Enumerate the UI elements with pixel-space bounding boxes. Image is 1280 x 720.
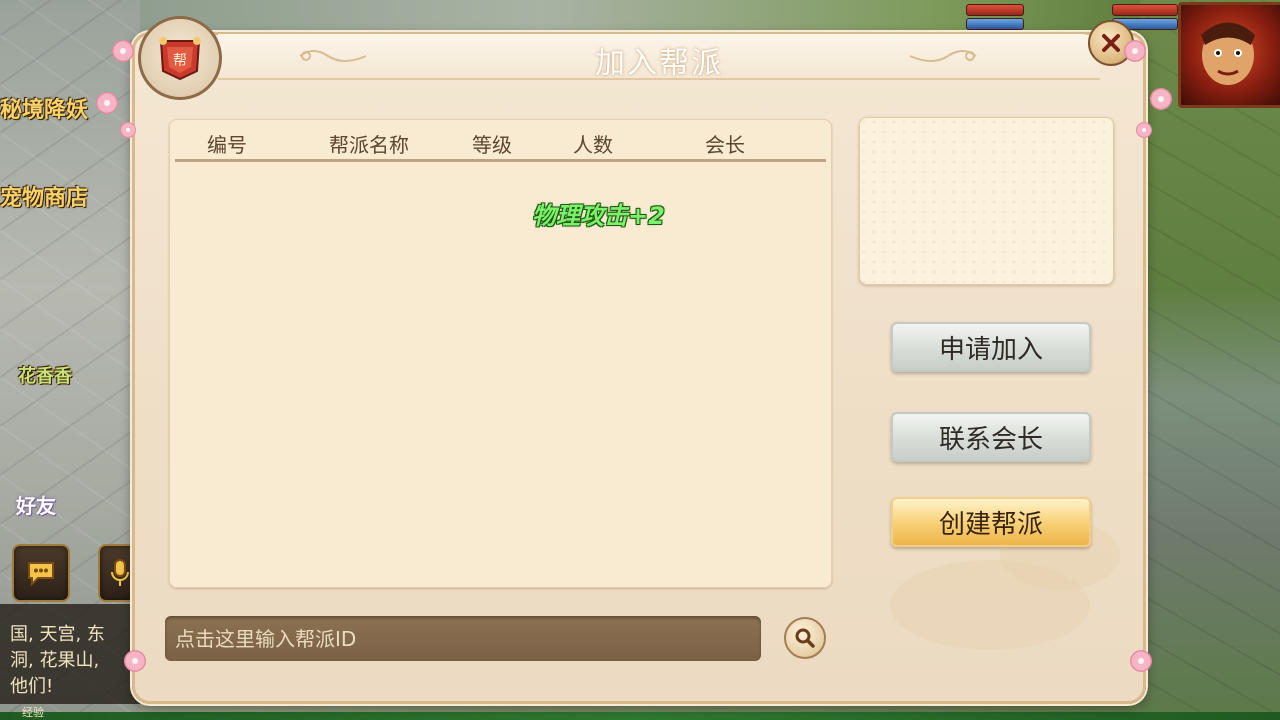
guild-id-search-input[interactable]	[165, 616, 761, 661]
pet-hp-bar	[1112, 4, 1178, 16]
apply-join-label: 申请加入	[938, 334, 1043, 365]
chat-log[interactable]: 国, 天宫, 东 洞, 花果山, 他们!	[0, 604, 140, 704]
chat-line: 洞, 花果山,	[10, 650, 100, 671]
npc-label-huaxiangxiang[interactable]: 花香香	[18, 362, 72, 388]
buff-popup-text: 物理攻击+2	[532, 202, 665, 230]
npc-label-pet-shop[interactable]: 宠物商店	[0, 180, 88, 212]
column-header-members: 人数	[573, 133, 613, 157]
chat-icon	[28, 562, 54, 586]
create-guild-label: 创建帮派	[938, 509, 1043, 540]
chat-button[interactable]	[12, 544, 70, 602]
chat-line: 他们!	[10, 676, 54, 697]
friends-button[interactable]: 好友	[16, 490, 56, 519]
npc-label-secret-realm[interactable]: 秘境降妖	[0, 92, 88, 124]
dialog-title-bar: 加入帮派	[218, 34, 1100, 81]
flower-ornament	[112, 40, 134, 62]
guild-list-header: 编号 帮派名称 等级 人数 会长	[175, 119, 826, 162]
guild-banner-icon: 帮	[159, 37, 201, 81]
flower-ornament	[1130, 650, 1152, 672]
guild-list[interactable]: 编号 帮派名称 等级 人数 会长	[169, 119, 832, 588]
svg-text:帮: 帮	[173, 53, 187, 69]
microphone-icon	[111, 559, 129, 586]
create-guild-button[interactable]: 创建帮派	[891, 497, 1091, 547]
scroll-ornament-icon	[909, 50, 977, 62]
contact-leader-label: 联系会长	[938, 424, 1043, 455]
column-header-leader: 会长	[705, 133, 745, 157]
mp-bar	[966, 18, 1024, 30]
player-avatar[interactable]	[1178, 2, 1280, 108]
flower-ornament	[1150, 88, 1172, 110]
warrior-face-icon	[1201, 22, 1255, 85]
column-header-level: 等级	[472, 133, 512, 157]
scroll-ornament-icon	[299, 50, 367, 62]
column-header-id: 编号	[207, 133, 247, 157]
apply-join-button[interactable]: 申请加入	[891, 322, 1091, 372]
flower-ornament	[96, 92, 118, 114]
exp-label: 经验	[22, 706, 44, 719]
search-button[interactable]	[784, 617, 826, 659]
flower-ornament	[120, 122, 136, 138]
close-icon	[1102, 34, 1120, 52]
chat-line: 国, 天宫, 东	[10, 624, 105, 645]
flower-ornament	[1136, 122, 1152, 138]
guild-info-box	[859, 117, 1114, 285]
contact-leader-button[interactable]: 联系会长	[891, 412, 1091, 462]
guild-emblem: 帮	[138, 16, 222, 100]
column-header-guild-name: 帮派名称	[329, 133, 409, 157]
exp-bar	[0, 712, 1280, 720]
flower-ornament	[124, 650, 146, 672]
flower-ornament	[1124, 40, 1146, 62]
search-icon	[795, 628, 815, 648]
hp-bar	[966, 4, 1024, 16]
